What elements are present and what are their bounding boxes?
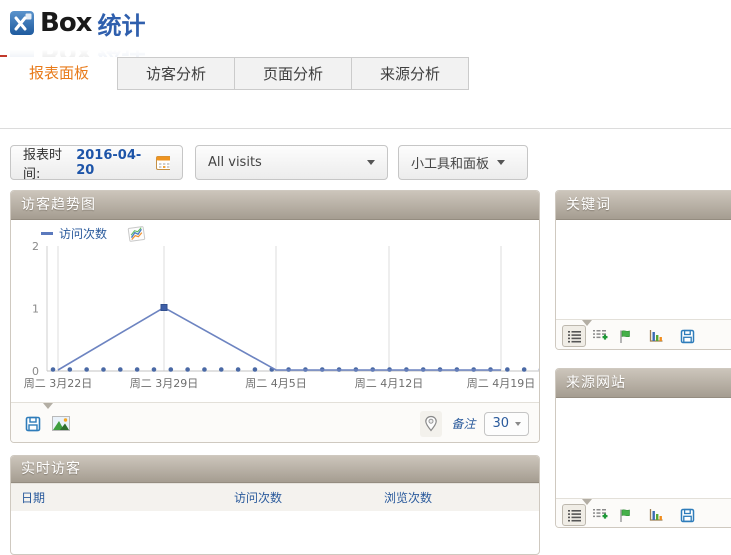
save-icon (680, 508, 695, 523)
realtime-visitors-widget-header[interactable]: 实时访客 (11, 456, 539, 483)
app-logo-text: Box (40, 8, 91, 38)
svg-text:0: 0 (32, 365, 39, 378)
trend-footer-right: 备注 30 (420, 411, 529, 437)
map-pin-icon (424, 415, 438, 433)
list-icon (567, 509, 582, 522)
calendar-icon (156, 155, 170, 170)
column-header-date: 日期 (21, 489, 234, 506)
table-plus-icon (592, 508, 608, 522)
legend-series-swatch (41, 232, 53, 235)
column-header-visits: 访问次数 (234, 489, 384, 506)
keywords-widget-header[interactable]: 关键词 (556, 191, 731, 220)
realtime-visitors-widget: 实时访客 日期 访问次数 浏览次数 (10, 455, 540, 555)
header-divider (0, 128, 731, 129)
keywords-empty-body (556, 220, 731, 319)
export-button[interactable] (676, 326, 698, 346)
tab-referrer-analysis[interactable]: 来源分析 (351, 57, 469, 90)
widgets-and-dashboard-button[interactable]: 小工具和面板 (398, 145, 528, 180)
goals-view-button[interactable] (614, 505, 636, 525)
table-plus-icon (592, 329, 608, 343)
image-icon (52, 416, 70, 431)
chevron-down-icon (497, 160, 505, 165)
chevron-down-icon (515, 422, 521, 426)
collapse-triangle-icon[interactable] (582, 320, 592, 326)
chevron-down-icon (367, 160, 375, 165)
column-header-pageviews: 浏览次数 (384, 489, 432, 506)
bar-chart-view-button[interactable] (645, 326, 667, 346)
trend-chart-svg[interactable]: 周二 3月22日 周二 3月29日 周二 4月5日 周二 4月12日 周二 4月19日 0… (11, 222, 540, 402)
report-date-button[interactable]: 报表时间: 2016-04-20 (10, 145, 183, 180)
export-button[interactable] (676, 505, 698, 525)
bar-chart-view-button[interactable] (645, 505, 667, 525)
chart-legend[interactable]: 访问次数 (41, 225, 146, 242)
svg-text:周二 4月12日: 周二 4月12日 (355, 377, 424, 390)
visitor-trend-footer: 备注 30 (11, 402, 539, 443)
rows-count-select[interactable]: 30 (484, 412, 529, 436)
segment-selector[interactable]: All visits (195, 145, 388, 180)
chart-style-icon[interactable] (127, 226, 146, 242)
tab-page-analysis[interactable]: 页面分析 (234, 57, 352, 90)
save-icon (25, 416, 41, 432)
all-columns-button[interactable] (589, 326, 611, 346)
svg-text:周二 3月22日: 周二 3月22日 (24, 377, 93, 390)
visitor-trend-widget-header[interactable]: 访客趋势图 (11, 191, 539, 220)
svg-text:周二 4月19日: 周二 4月19日 (467, 377, 536, 390)
flag-icon (618, 329, 632, 344)
filter-bar: 报表时间: 2016-04-20 All visits 小工具和面板 (0, 145, 731, 180)
referrer-websites-widget: 来源网站 (555, 368, 731, 528)
report-date-label: 报表时间: (23, 144, 71, 182)
visitor-trend-widget: 访客趋势图 访问次数 周二 3月22日 周二 3月29日 周二 4月5日 周二 4月1… (10, 190, 540, 443)
referrer-websites-widget-header[interactable]: 来源网站 (556, 369, 731, 398)
app-logo-suffix: 统计 (97, 6, 145, 41)
annotations-pin-button[interactable] (420, 411, 442, 437)
bar-chart-icon (648, 508, 664, 522)
rows-count-value: 30 (492, 416, 509, 431)
legend-series-label: 访问次数 (59, 225, 107, 242)
svg-text:2: 2 (32, 240, 39, 253)
collapse-triangle-icon[interactable] (43, 403, 53, 409)
keywords-widget: 关键词 (555, 190, 731, 350)
segment-selector-value: All visits (208, 155, 262, 170)
table-view-button[interactable] (562, 504, 586, 526)
export-image-button[interactable] (49, 413, 73, 435)
all-columns-button[interactable] (589, 505, 611, 525)
keywords-footer (556, 319, 731, 350)
export-data-button[interactable] (21, 413, 45, 435)
flag-icon (618, 508, 632, 523)
goals-view-button[interactable] (614, 326, 636, 346)
annotations-link[interactable]: 备注 (451, 415, 475, 432)
widgets-button-label: 小工具和面板 (411, 153, 489, 172)
app-logo-icon (10, 11, 34, 35)
visitor-trend-chart-area[interactable]: 访问次数 周二 3月22日 周二 3月29日 周二 4月5日 周二 4月12日 周二 4… (11, 220, 539, 402)
svg-text:1: 1 (32, 303, 39, 316)
tab-report-dashboard[interactable]: 报表面板 (0, 57, 118, 90)
realtime-table-header-row: 日期 访问次数 浏览次数 (11, 483, 539, 511)
save-icon (680, 329, 695, 344)
list-icon (567, 330, 582, 343)
table-view-button[interactable] (562, 325, 586, 347)
svg-text:周二 3月29日: 周二 3月29日 (130, 377, 199, 390)
referrers-empty-body (556, 398, 731, 498)
tab-visitor-analysis[interactable]: 访客分析 (117, 57, 235, 90)
main-nav-tabs: 报表面板 访客分析 页面分析 来源分析 (0, 57, 469, 90)
svg-text:周二 4月5日: 周二 4月5日 (245, 377, 307, 390)
report-date-value: 2016-04-20 (76, 148, 147, 178)
referrers-footer (556, 498, 731, 528)
collapse-triangle-icon[interactable] (582, 499, 592, 505)
bar-chart-icon (648, 329, 664, 343)
